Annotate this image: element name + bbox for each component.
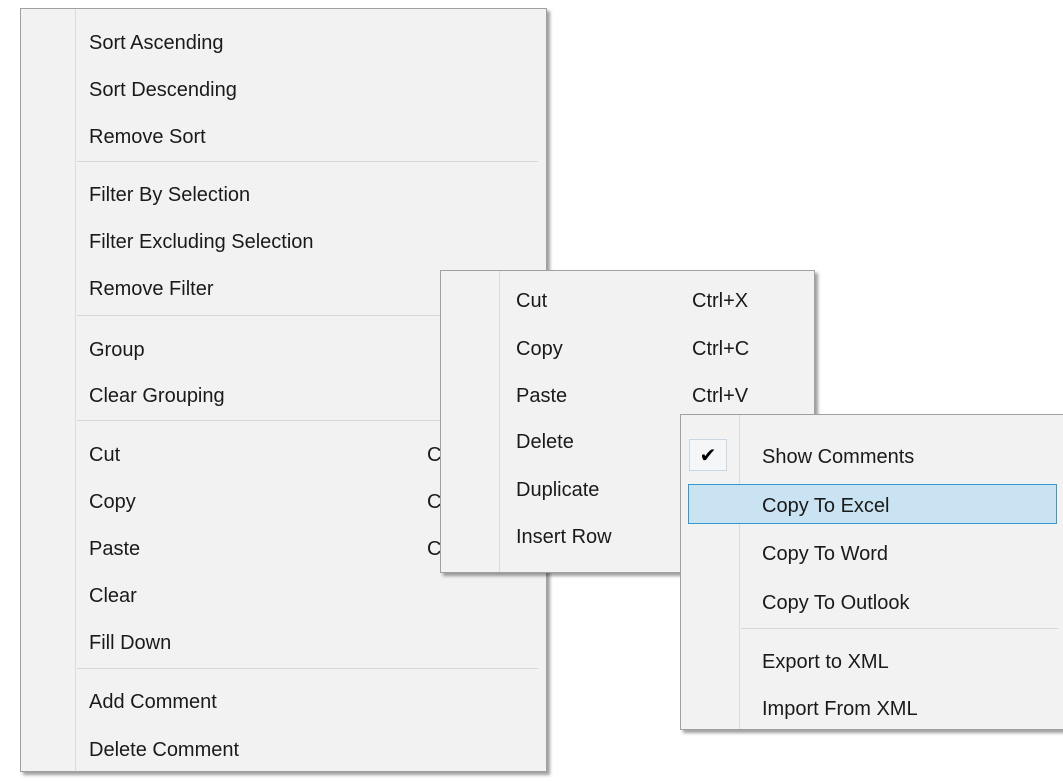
menu-item-fill-down[interactable]: Fill Down <box>21 621 546 661</box>
menu-item-filter-excluding-selection[interactable]: Filter Excluding Selection <box>21 220 546 260</box>
menu-item-shortcut: Ctrl+C <box>692 338 750 360</box>
menu-item-remove-sort[interactable]: Remove Sort <box>21 115 546 155</box>
menu-item-label: Paste <box>89 538 141 560</box>
menu-item-label: Fill Down <box>89 632 172 654</box>
context-menu-export: ✔ Show Comments Copy To Excel Copy To Wo… <box>680 414 1063 730</box>
menu-item-label: Clear Grouping <box>89 385 225 407</box>
menu-item-label: Clear <box>89 585 137 607</box>
menu-item-label: Duplicate <box>516 479 600 501</box>
menu-item-copy-to-outlook[interactable]: Copy To Outlook <box>681 581 1063 621</box>
menu-item-filter-by-selection[interactable]: Filter By Selection <box>21 173 546 213</box>
menu-item-label: Delete <box>516 431 574 453</box>
menu-item-label: Copy <box>89 491 136 513</box>
menu-item-label: Insert Row <box>516 526 612 548</box>
menu-item-label: Import From XML <box>762 698 918 720</box>
menu-item-cut[interactable]: Cut Ctrl+X <box>441 279 814 319</box>
menu-item-label: Remove Filter <box>89 278 214 300</box>
menu-item-label: Add Comment <box>89 691 217 713</box>
menu-item-label: Filter Excluding Selection <box>89 231 314 253</box>
menu-item-sort-ascending[interactable]: Sort Ascending <box>21 21 546 61</box>
menu-item-label: Sort Descending <box>89 79 237 101</box>
checkmark-icon: ✔ <box>689 439 727 471</box>
menu-item-add-comment[interactable]: Add Comment <box>21 680 546 720</box>
menu-item-label: Copy <box>516 338 563 360</box>
menu-item-import-from-xml[interactable]: Import From XML <box>681 687 1063 727</box>
menu-item-shortcut: Ctrl+V <box>692 385 749 407</box>
menu-item-sort-descending[interactable]: Sort Descending <box>21 68 546 108</box>
menu-separator <box>77 668 538 669</box>
menu-separator <box>741 628 1058 629</box>
menu-item-label: Cut <box>516 290 548 312</box>
menu-item-copy-to-excel[interactable]: Copy To Excel <box>688 484 1057 524</box>
menu-item-label: Copy To Excel <box>762 495 890 517</box>
menu-item-label: Copy To Outlook <box>762 592 910 614</box>
menu-item-label: Remove Sort <box>89 126 206 148</box>
menu-item-shortcut: Ctrl+X <box>692 290 749 312</box>
menu-item-paste[interactable]: Paste Ctrl+V <box>441 374 814 414</box>
menu-item-label: Delete Comment <box>89 739 240 761</box>
menu-item-export-to-xml[interactable]: Export to XML <box>681 640 1063 680</box>
menu-item-delete-comment[interactable]: Delete Comment <box>21 728 546 768</box>
menu-item-label: Cut <box>89 444 121 466</box>
menu-item-label: Export to XML <box>762 651 889 673</box>
menu-item-clear[interactable]: Clear <box>21 574 546 614</box>
menu-item-label: Sort Ascending <box>89 32 224 54</box>
menu-item-copy-to-word[interactable]: Copy To Word <box>681 532 1063 572</box>
menu-item-label: Copy To Word <box>762 543 888 565</box>
menu-item-label: Filter By Selection <box>89 184 251 206</box>
menu-separator <box>77 161 538 162</box>
menu-item-label: Show Comments <box>762 446 915 468</box>
menu-item-label: Group <box>89 339 145 361</box>
menu-item-show-comments[interactable]: ✔ Show Comments <box>681 435 1063 475</box>
menu-item-copy[interactable]: Copy Ctrl+C <box>441 327 814 367</box>
menu-item-label: Paste <box>516 385 568 407</box>
